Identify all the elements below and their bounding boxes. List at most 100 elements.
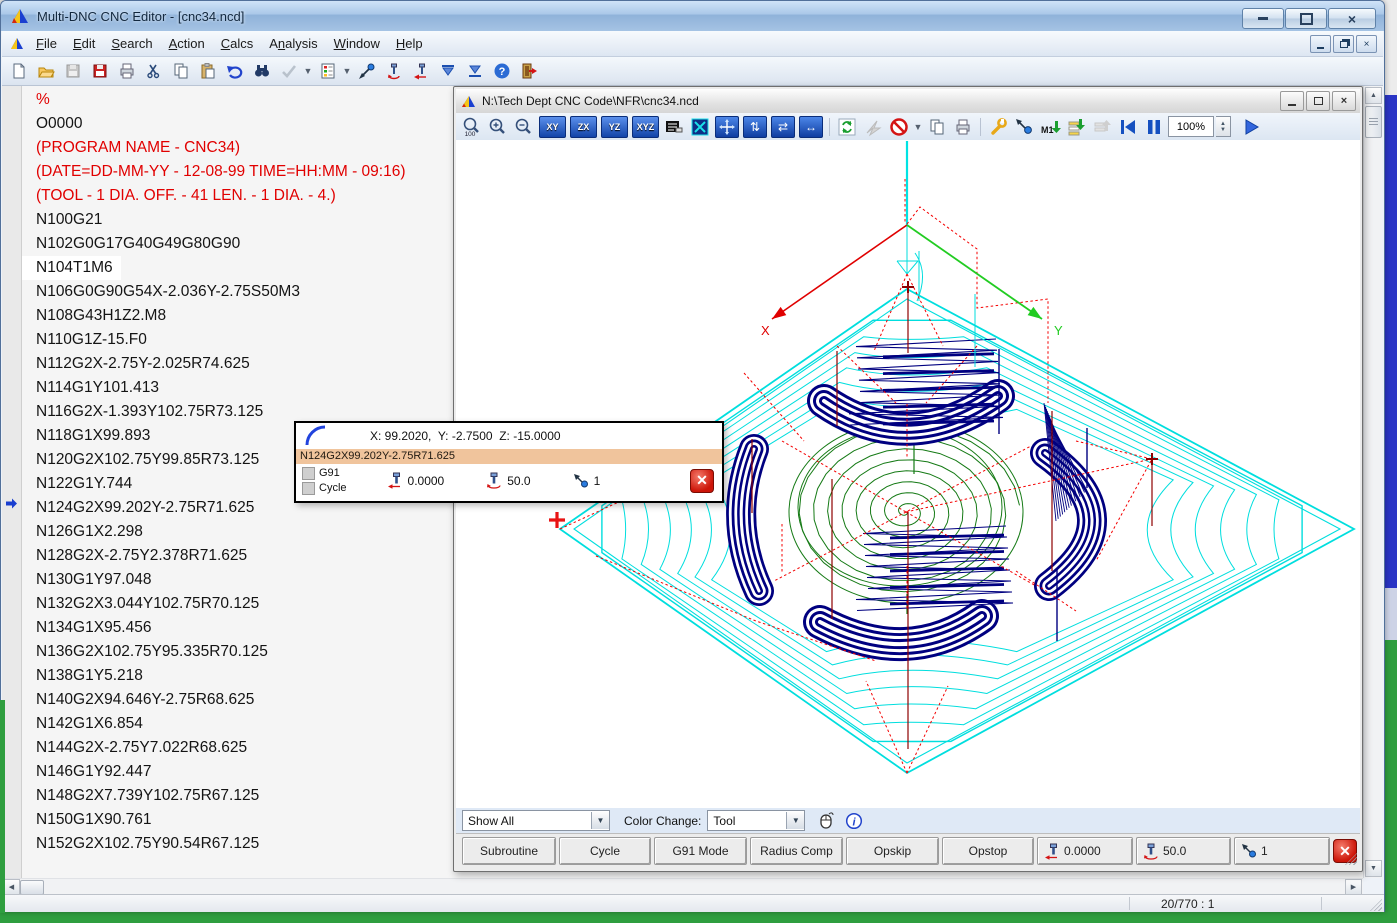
pan-all-button[interactable]: [715, 115, 739, 138]
horizontal-scroll-thumb[interactable]: [20, 880, 44, 895]
pause-button[interactable]: [1142, 115, 1166, 138]
tool-number-field[interactable]: 1: [1234, 837, 1330, 865]
backplot-title-bar[interactable]: N:\Tech Dept CNC Code\NFR\cnc34.ncd ×: [456, 89, 1360, 114]
menu-edit[interactable]: Edit: [65, 33, 103, 54]
tool-feed-icon: [487, 472, 501, 489]
status-opskip-button[interactable]: Opskip: [846, 837, 939, 865]
paste-button[interactable]: [195, 59, 220, 83]
tool-number-icon: [1242, 844, 1256, 858]
view-xy-button[interactable]: XY: [539, 115, 566, 138]
new-file-button[interactable]: [6, 59, 31, 83]
rewind-button[interactable]: [1116, 115, 1140, 138]
resize-grip[interactable]: [1370, 899, 1382, 911]
pan-diagonal-button[interactable]: ⇄: [771, 115, 795, 138]
goto-bottom-button[interactable]: [462, 59, 487, 83]
goto-top-button[interactable]: [435, 59, 460, 83]
mdi-minimize-button[interactable]: [1310, 35, 1331, 53]
view-xyz-button[interactable]: XYZ: [632, 115, 659, 138]
speed-spinner[interactable]: ▲ ▼: [1216, 116, 1231, 137]
print-view-button[interactable]: [951, 115, 975, 138]
menu-file[interactable]: File: [28, 33, 65, 54]
mdi-restore-button[interactable]: [1333, 35, 1354, 53]
code-line-highlighted[interactable]: N104T1M6: [22, 256, 121, 280]
menu-calcs[interactable]: Calcs: [213, 33, 262, 54]
depth-field[interactable]: 0.0000: [1037, 837, 1133, 865]
upload-disabled-button[interactable]: [1090, 115, 1114, 138]
cut-button[interactable]: [141, 59, 166, 83]
status-g91-button[interactable]: G91 Mode: [654, 837, 747, 865]
speed-value[interactable]: 100%: [1168, 116, 1214, 137]
restore-button[interactable]: [1285, 8, 1327, 29]
status-opstop-button[interactable]: Opstop: [942, 837, 1034, 865]
vertical-scroll-thumb[interactable]: [1365, 106, 1382, 138]
save-button[interactable]: [60, 59, 85, 83]
view-options-button[interactable]: [315, 59, 340, 83]
pan-vertical-button[interactable]: ⇅: [743, 115, 767, 138]
run-to-line-button[interactable]: [1064, 115, 1088, 138]
scroll-up-button[interactable]: ▲: [1365, 87, 1382, 104]
stop-marks-dropdown[interactable]: ▼: [913, 122, 923, 132]
close-button[interactable]: ×: [1328, 8, 1376, 29]
zoom-in-button[interactable]: [486, 115, 510, 138]
horizontal-scrollbar[interactable]: ◀ ▶: [2, 878, 1363, 895]
refresh-button[interactable]: [835, 115, 859, 138]
menu-help[interactable]: Help: [388, 33, 431, 54]
view-options-dropdown[interactable]: ▼: [342, 66, 352, 76]
verify-dropdown[interactable]: ▼: [303, 66, 313, 76]
verify-button[interactable]: [276, 59, 301, 83]
settings-wrench-button[interactable]: [986, 115, 1010, 138]
feed-field[interactable]: 50.0: [1136, 837, 1231, 865]
view-zx-button[interactable]: ZX: [570, 115, 597, 138]
trace-disabled-button[interactable]: [861, 115, 885, 138]
save-all-button[interactable]: [87, 59, 112, 83]
copy-view-button[interactable]: [925, 115, 949, 138]
view-yz-button[interactable]: YZ: [601, 115, 628, 138]
backplot-restore-button[interactable]: [1306, 91, 1330, 111]
funnel-top-icon: [441, 65, 454, 76]
goto-m1-button[interactable]: M1: [1038, 115, 1062, 138]
info-icon[interactable]: i: [845, 812, 863, 830]
menu-search[interactable]: Search: [103, 33, 160, 54]
zoom-out-button[interactable]: [512, 115, 536, 138]
open-file-button[interactable]: [33, 59, 58, 83]
status-cycle-button[interactable]: Cycle: [559, 837, 651, 865]
find-button[interactable]: [249, 59, 274, 83]
mdi-close-button[interactable]: ×: [1356, 35, 1377, 53]
fit-view-button[interactable]: [688, 115, 712, 138]
scroll-right-button[interactable]: ▶: [1345, 879, 1362, 895]
undo-button[interactable]: [222, 59, 247, 83]
menu-action[interactable]: Action: [161, 33, 213, 54]
exit-button[interactable]: [516, 59, 541, 83]
zoom-100-button[interactable]: 100: [460, 115, 484, 138]
tool-depth-icon: [387, 472, 400, 489]
copy-button[interactable]: [168, 59, 193, 83]
g91-checkbox[interactable]: [302, 466, 315, 480]
mouse-icon[interactable]: [817, 811, 835, 831]
menu-window[interactable]: Window: [326, 33, 388, 54]
minimize-button[interactable]: [1242, 8, 1284, 29]
view-settings-button[interactable]: [662, 115, 686, 138]
backplot-close-button[interactable]: ×: [1332, 91, 1356, 111]
tool-offset-button[interactable]: [408, 59, 433, 83]
help-button[interactable]: ?: [489, 59, 514, 83]
vertical-scrollbar[interactable]: ▲ ▼: [1363, 86, 1382, 878]
tooltip-close-button[interactable]: ✕: [690, 468, 714, 493]
backplot-button[interactable]: [354, 59, 379, 83]
list-options-icon: [321, 63, 334, 79]
menu-analysis[interactable]: Analysis: [261, 33, 325, 54]
show-filter-select[interactable]: Show All ▼: [462, 810, 610, 831]
play-button[interactable]: [1239, 115, 1263, 138]
scroll-down-button[interactable]: ▼: [1365, 860, 1382, 877]
print-button[interactable]: [114, 59, 139, 83]
status-radius-comp-button[interactable]: Radius Comp: [750, 837, 843, 865]
scroll-left-button[interactable]: ◀: [3, 879, 20, 895]
cycle-checkbox[interactable]: [302, 481, 315, 495]
status-subroutine-button[interactable]: Subroutine: [462, 837, 556, 865]
color-mode-select[interactable]: Tool ▼: [707, 810, 806, 831]
pan-horizontal-button[interactable]: ↔: [799, 115, 823, 138]
pick-segment-button[interactable]: [1012, 115, 1036, 138]
backplot-minimize-button[interactable]: [1280, 91, 1304, 111]
tool-rotate-button[interactable]: [381, 59, 406, 83]
title-bar[interactable]: Multi-DNC CNC Editor - [cnc34.ncd] ×: [1, 1, 1384, 31]
stop-marks-button[interactable]: [887, 115, 911, 138]
